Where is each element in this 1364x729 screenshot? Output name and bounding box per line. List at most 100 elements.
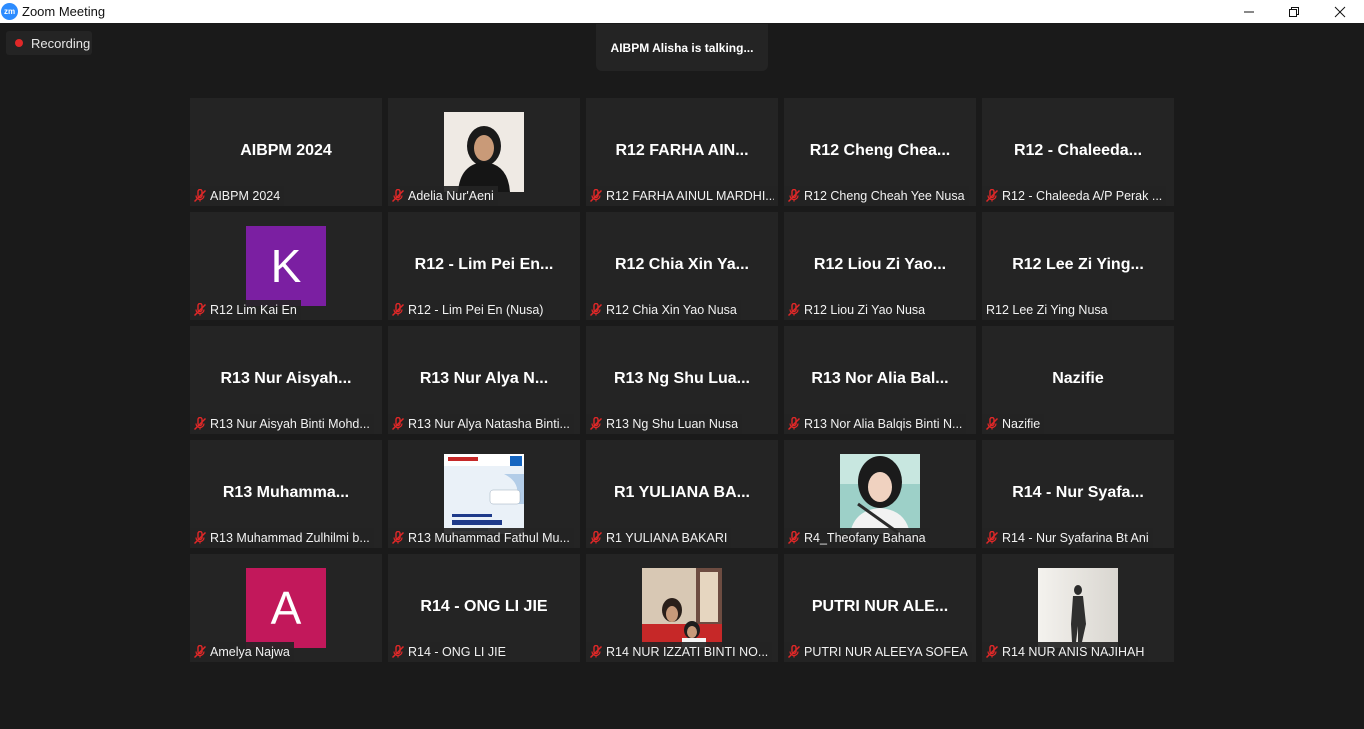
participant-tile[interactable]: Adelia Nur'Aeni	[388, 98, 580, 206]
participant-name: Adelia Nur'Aeni	[408, 189, 494, 203]
muted-microphone-icon	[982, 528, 1002, 548]
participant-tile[interactable]: R13 Muhammad Fathul Mu...	[388, 440, 580, 548]
participant-tile[interactable]: R14 - Nur Syafa... R14 - Nur Syafarina Bt…	[982, 440, 1174, 548]
participant-name: R13 Muhammad Zulhilmi b...	[210, 531, 370, 545]
participant-name: R12 - Lim Pei En (Nusa)	[408, 303, 544, 317]
participant-name: R1 YULIANA BAKARI	[606, 531, 728, 545]
participant-name-tag: R12 Liou Zi Yao Nusa	[784, 300, 930, 320]
participant-name-tag: R14 - Nur Syafarina Bt Ani	[982, 528, 1153, 548]
participant-display-name: R13 Nur Aisyah...	[220, 370, 352, 387]
participant-name: R12 Liou Zi Yao Nusa	[804, 303, 926, 317]
minimize-button[interactable]	[1226, 0, 1272, 23]
participant-name: R12 Chia Xin Yao Nusa	[606, 303, 737, 317]
participant-name: R13 Ng Shu Luan Nusa	[606, 417, 739, 431]
participant-name: R4_Theofany Bahana	[804, 531, 926, 545]
participant-display-name: R12 Chia Xin Ya...	[615, 256, 749, 273]
participant-tile[interactable]: R12 - Lim Pei En... R12 - Lim Pei En (Nus…	[388, 212, 580, 320]
muted-microphone-icon	[982, 186, 1002, 206]
participant-name-tag: AIBPM 2024	[190, 186, 285, 206]
participant-display-name: PUTRI NUR ALE...	[811, 598, 949, 615]
participant-display-name: R13 Nur Alya N...	[419, 370, 549, 387]
participant-tile[interactable]: R12 Cheng Chea... R12 Cheng Cheah Yee Nus…	[784, 98, 976, 206]
participant-name-tag: R14 - ONG LI JIE	[388, 642, 510, 662]
muted-microphone-icon	[784, 528, 804, 548]
participant-name-tag: R13 Nur Alya Natasha Binti...	[388, 414, 574, 434]
muted-microphone-icon	[388, 642, 408, 662]
muted-microphone-icon	[388, 414, 408, 434]
minimize-icon	[1244, 11, 1254, 12]
participant-tile[interactable]: A Amelya Najwa	[190, 554, 382, 662]
muted-microphone-icon	[586, 414, 606, 434]
muted-microphone-icon	[982, 642, 1002, 662]
participant-tile[interactable]: R13 Nor Alia Bal... R13 Nor Alia Balqis B…	[784, 326, 976, 434]
muted-microphone-icon	[784, 300, 804, 320]
participant-display-name: R13 Muhamma...	[222, 484, 350, 501]
participant-tile[interactable]: R13 Muhamma... R13 Muhammad Zulhilmi b...	[190, 440, 382, 548]
muted-microphone-icon	[388, 300, 408, 320]
participant-photo	[1038, 568, 1118, 648]
participant-name: R14 NUR ANIS NAJIHAH	[1002, 645, 1145, 659]
participant-tile[interactable]: R14 NUR IZZATI BINTI NO...	[586, 554, 778, 662]
participant-name: R13 Muhammad Fathul Mu...	[408, 531, 570, 545]
participant-name-tag: R12 FARHA AINUL MARDHI...	[586, 186, 778, 206]
participant-name-tag: R1 YULIANA BAKARI	[586, 528, 732, 548]
participant-tile[interactable]: R14 - ONG LI JIE R14 - ONG LI JIE	[388, 554, 580, 662]
participant-tile[interactable]: R13 Ng Shu Lua... R13 Ng Shu Luan Nusa	[586, 326, 778, 434]
participant-photo	[642, 568, 722, 648]
participant-name: AIBPM 2024	[210, 189, 281, 203]
recording-label: Recording	[31, 36, 91, 51]
participant-name-tag: Adelia Nur'Aeni	[388, 186, 498, 206]
participant-display-name: R13 Ng Shu Lua...	[613, 370, 750, 387]
participant-tile[interactable]: R1 YULIANA BA... R1 YULIANA BAKARI	[586, 440, 778, 548]
participant-name: R12 FARHA AINUL MARDHI...	[606, 189, 774, 203]
recording-indicator[interactable]: Recording	[6, 31, 92, 55]
muted-microphone-icon	[190, 528, 210, 548]
participant-tile[interactable]: R13 Nur Aisyah... R13 Nur Aisyah Binti Mo…	[190, 326, 382, 434]
participant-name-tag: R12 Cheng Cheah Yee Nusa	[784, 186, 969, 206]
participant-name-tag: R13 Nur Aisyah Binti Mohd...	[190, 414, 374, 434]
participant-tile[interactable]: R14 NUR ANIS NAJIHAH	[982, 554, 1174, 662]
participant-name-tag: R14 NUR ANIS NAJIHAH	[982, 642, 1149, 662]
participant-name: R13 Nur Alya Natasha Binti...	[408, 417, 570, 431]
participant-display-name: R1 YULIANA BA...	[613, 484, 750, 501]
participant-tile[interactable]: AIBPM 2024 AIBPM 2024	[190, 98, 382, 206]
recording-dot-icon	[15, 39, 23, 47]
participant-tile[interactable]: Nazifie Nazifie	[982, 326, 1174, 434]
participant-name: R13 Nur Aisyah Binti Mohd...	[210, 417, 370, 431]
participant-tile[interactable]: R12 Chia Xin Ya... R12 Chia Xin Yao Nusa	[586, 212, 778, 320]
participant-name: Amelya Najwa	[210, 645, 290, 659]
participant-tile[interactable]: PUTRI NUR ALE... PUTRI NUR ALEEYA SOFEA	[784, 554, 976, 662]
participant-display-name: R14 - ONG LI JIE	[420, 598, 548, 615]
participant-name: R12 Lee Zi Ying Nusa	[986, 303, 1108, 317]
muted-microphone-icon	[388, 528, 408, 548]
participant-name-tag: R13 Nor Alia Balqis Binti N...	[784, 414, 967, 434]
participant-display-name: R12 Liou Zi Yao...	[813, 256, 947, 273]
participant-display-name: R13 Nor Alia Bal...	[811, 370, 949, 387]
participant-tile[interactable]: R4_Theofany Bahana	[784, 440, 976, 548]
participant-name-tag: Nazifie	[982, 414, 1045, 434]
muted-microphone-icon	[784, 186, 804, 206]
participant-name: R12 Cheng Cheah Yee Nusa	[804, 189, 965, 203]
muted-microphone-icon	[190, 642, 210, 662]
participant-tile[interactable]: R12 FARHA AIN... R12 FARHA AINUL MARDHI..…	[586, 98, 778, 206]
active-speaker-text: AIBPM Alisha is talking...	[610, 40, 754, 55]
window-title: Zoom Meeting	[22, 4, 106, 19]
close-button[interactable]	[1317, 0, 1363, 23]
participant-name: PUTRI NUR ALEEYA SOFEA	[804, 645, 968, 659]
participant-name: R12 Lim Kai En	[210, 303, 297, 317]
muted-microphone-icon	[586, 186, 606, 206]
participant-tile[interactable]: R12 Liou Zi Yao... R12 Liou Zi Yao Nusa	[784, 212, 976, 320]
participant-name-tag: PUTRI NUR ALEEYA SOFEA	[784, 642, 972, 662]
participant-tile[interactable]: K R12 Lim Kai En	[190, 212, 382, 320]
muted-microphone-icon	[190, 414, 210, 434]
participant-name: R12 - Chaleeda A/P Perak ...	[1002, 189, 1163, 203]
muted-microphone-icon	[784, 414, 804, 434]
participant-tile[interactable]: R12 Lee Zi Ying... R12 Lee Zi Ying Nusa	[982, 212, 1174, 320]
participant-tile[interactable]: R13 Nur Alya N... R13 Nur Alya Natasha Bi…	[388, 326, 580, 434]
participant-display-name: R12 Lee Zi Ying...	[1012, 256, 1144, 273]
participant-name-tag: R12 Chia Xin Yao Nusa	[586, 300, 741, 320]
restore-button[interactable]	[1271, 0, 1317, 23]
participant-name-tag: R13 Muhammad Zulhilmi b...	[190, 528, 374, 548]
participant-display-name: Nazifie	[1052, 370, 1104, 387]
participant-tile[interactable]: R12 - Chaleeda... R12 - Chaleeda A/P Pera…	[982, 98, 1174, 206]
